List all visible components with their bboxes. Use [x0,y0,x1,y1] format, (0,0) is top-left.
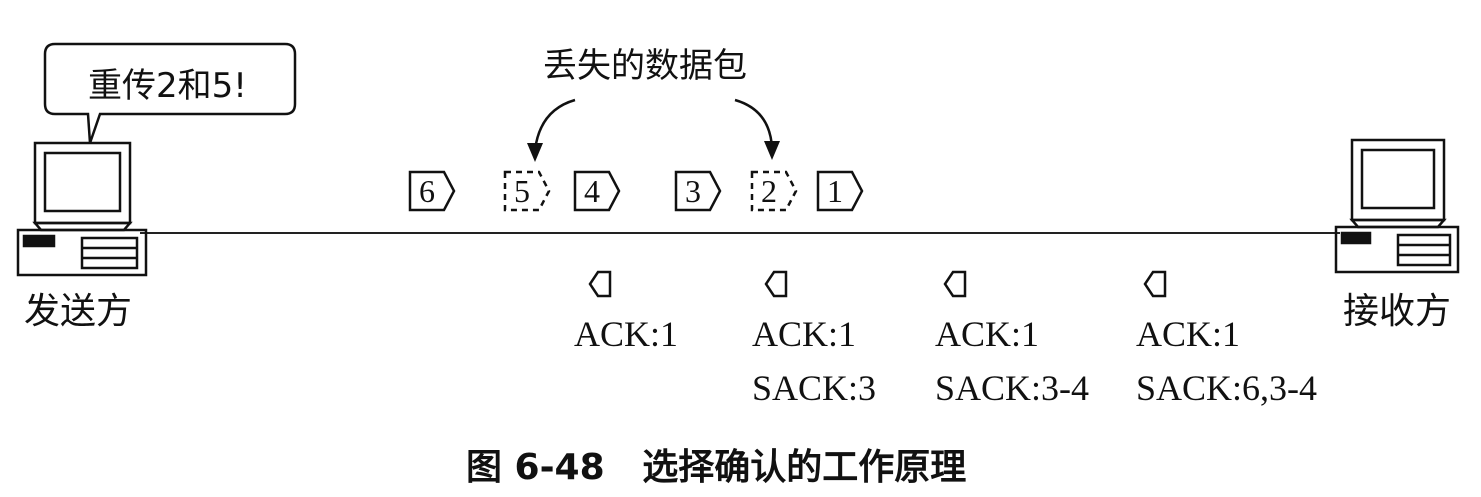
packet-3: 3 [674,170,722,212]
ack-label: ACK:1 [752,314,857,354]
sender-label: 发送方 [24,291,133,332]
packet-4: 4 [573,170,621,212]
packet-number: 5 [514,173,530,209]
speech-bubble-text: 重传2和5! [88,66,247,106]
lost-packets-label: 丢失的数据包 [543,46,747,86]
sack-label: SACK:3-4 [935,368,1090,408]
packet-number: 1 [827,173,843,209]
packet-5-lost: 5 [503,170,551,212]
figure-caption: 图 6-48 选择确认的工作原理 [466,447,967,488]
lost-arrows [527,98,780,162]
sender-computer-icon [16,141,148,277]
ack-packet-icon [943,270,967,298]
sack-label: SACK:3 [752,368,877,408]
sack-label: SACK:6,3-4 [1136,368,1318,408]
ack-label: ACK:1 [935,314,1040,354]
receiver-computer-icon [1334,138,1460,274]
ack-label: ACK:1 [574,314,679,354]
packet-number: 3 [685,173,701,209]
packet-6: 6 [408,170,456,212]
sack-diagram: 6 5 4 3 2 1 重传2和5! 丢失的数据包 发送方 接收方 ACK:1 ACK:1 S… [0,0,1481,497]
receiver-label: 接收方 [1343,291,1452,332]
ack-packet-icon [588,270,612,298]
packet-number: 4 [584,173,600,209]
packet-number: 6 [419,173,435,209]
packet-2-lost: 2 [750,170,798,212]
ack-label: ACK:1 [1136,314,1241,354]
ack-packet-icon [764,270,788,298]
packet-1: 1 [816,170,864,212]
ack-packet-icon [1143,270,1167,298]
packet-number: 2 [761,173,777,209]
